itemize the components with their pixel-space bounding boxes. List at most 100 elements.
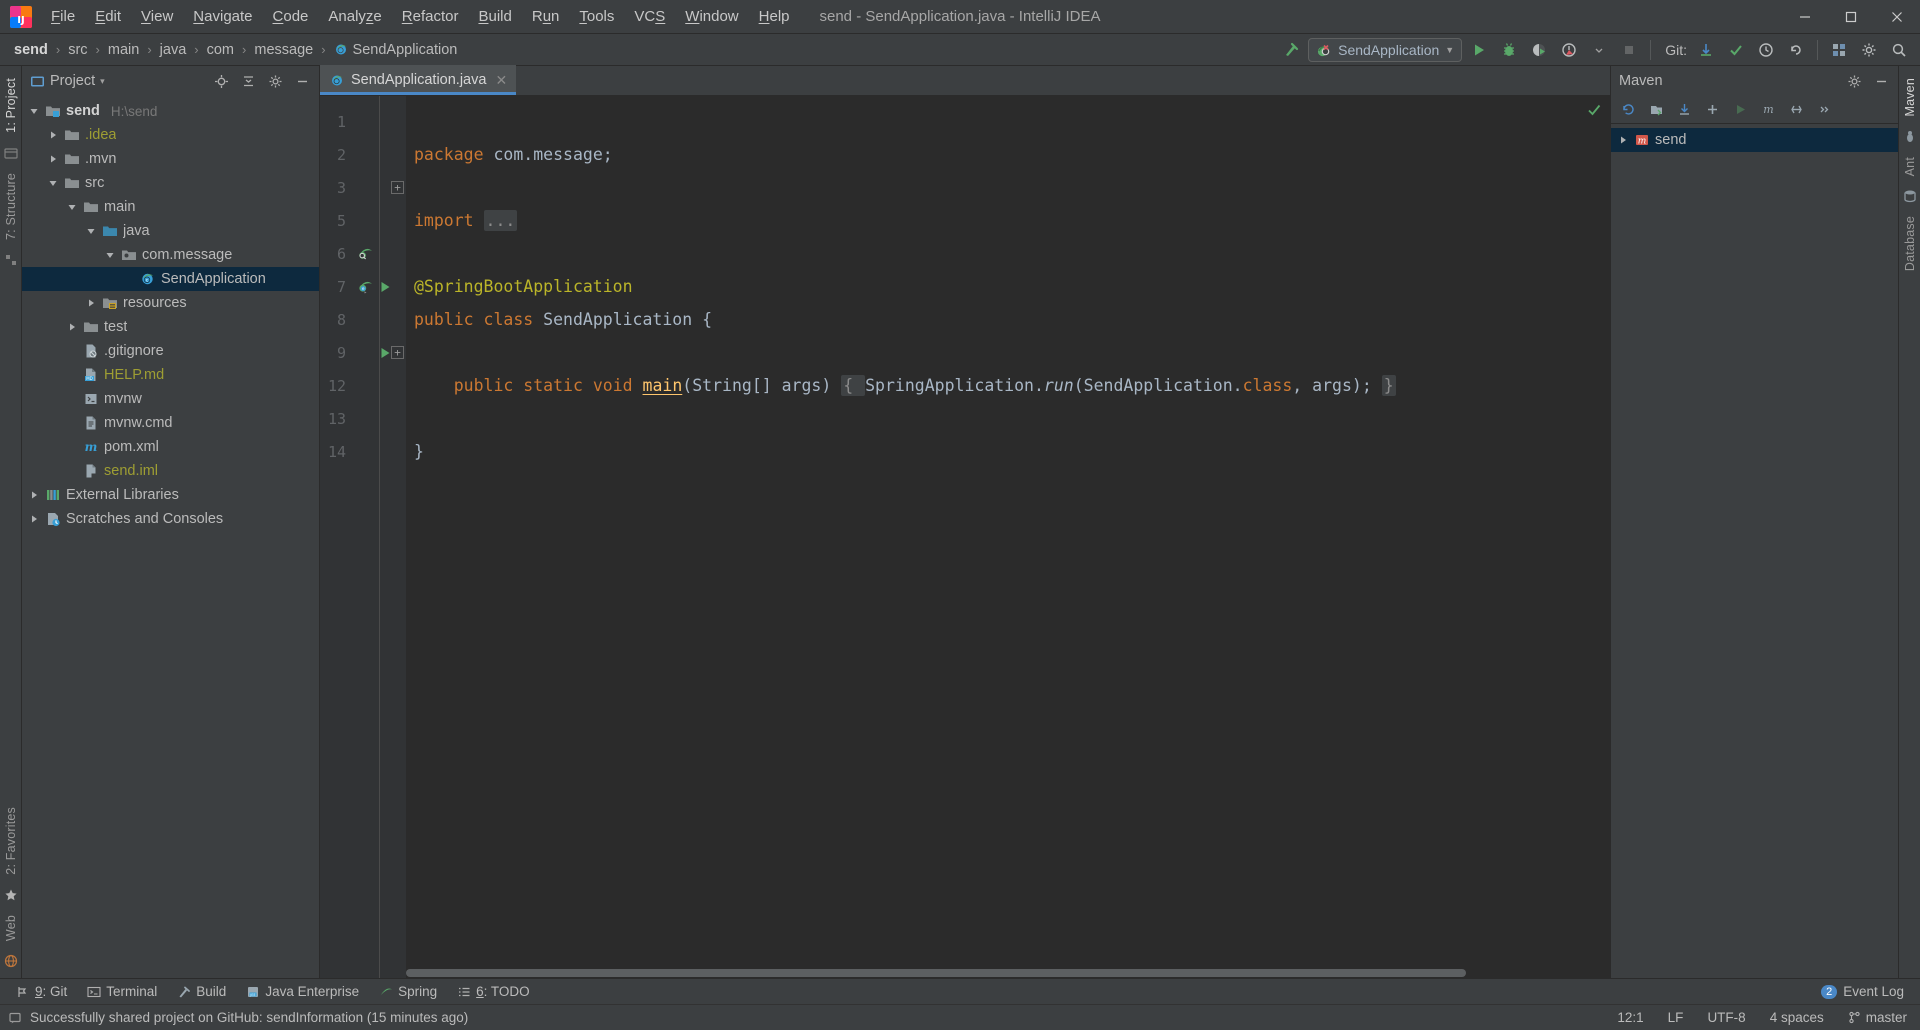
project-tree[interactable]: send H:\send .idea .mvn src main java com.messa… bbox=[22, 96, 319, 978]
line-separator[interactable]: LF bbox=[1663, 1009, 1689, 1026]
fold-expand-icon[interactable]: + bbox=[391, 181, 404, 194]
stop-icon[interactable] bbox=[1616, 37, 1642, 63]
chevron-down-icon[interactable] bbox=[66, 201, 78, 213]
chevron-down-icon[interactable] bbox=[47, 177, 59, 189]
menu-item-file[interactable]: File bbox=[42, 4, 84, 29]
breadcrumb-item-java[interactable]: java bbox=[154, 40, 193, 60]
gear-icon[interactable] bbox=[1841, 68, 1867, 94]
tree-node-com-message[interactable]: com.message bbox=[22, 243, 319, 267]
hide-icon[interactable] bbox=[289, 68, 315, 94]
tool-window-button-6-todo[interactable]: 6: TODO bbox=[449, 982, 538, 1001]
chevron-right-icon[interactable] bbox=[1617, 134, 1629, 146]
event-log-button[interactable]: 2 Event Log bbox=[1813, 982, 1912, 1001]
chevron-right-icon[interactable] bbox=[28, 489, 40, 501]
star-icon[interactable] bbox=[4, 888, 18, 902]
chevron-down-icon[interactable] bbox=[85, 225, 97, 237]
sidebar-item-maven[interactable]: Maven bbox=[1901, 72, 1919, 123]
tree-node-main[interactable]: main bbox=[22, 195, 319, 219]
git-branch-widget[interactable]: master bbox=[1843, 1009, 1912, 1026]
chevron-down-icon[interactable] bbox=[1586, 37, 1612, 63]
chevron-right-icon[interactable] bbox=[47, 129, 59, 141]
database-icon[interactable] bbox=[1903, 189, 1917, 203]
sidebar-item-database[interactable]: Database bbox=[1901, 210, 1919, 277]
search-everywhere-icon[interactable] bbox=[1886, 37, 1912, 63]
chevron-down-icon[interactable] bbox=[104, 249, 116, 261]
tree-node-src[interactable]: src bbox=[22, 171, 319, 195]
maven-projects-tree[interactable]: m send bbox=[1611, 124, 1898, 978]
editor-horizontal-scrollbar[interactable] bbox=[406, 968, 1610, 978]
spring-bean-icon[interactable] bbox=[356, 245, 374, 263]
gutter-line[interactable]: 3 + bbox=[320, 171, 406, 204]
sidebar-item-ant[interactable]: Ant bbox=[1901, 151, 1919, 182]
menu-item-navigate[interactable]: Navigate bbox=[184, 4, 261, 29]
reimport-icon[interactable] bbox=[1615, 97, 1641, 123]
locate-icon[interactable] bbox=[208, 68, 234, 94]
menu-item-window[interactable]: Window bbox=[676, 4, 747, 29]
fold-expand-icon[interactable]: + bbox=[391, 346, 404, 359]
more-icon[interactable] bbox=[1811, 97, 1837, 123]
sidebar-item-favorites[interactable]: 2: Favorites bbox=[2, 801, 20, 881]
breadcrumb-item-message[interactable]: message bbox=[248, 40, 319, 60]
run-icon[interactable] bbox=[1466, 37, 1492, 63]
indent-setting[interactable]: 4 spaces bbox=[1765, 1009, 1829, 1026]
maven-m-icon[interactable]: m bbox=[1755, 97, 1781, 123]
run-maven-build-icon[interactable] bbox=[1727, 97, 1753, 123]
tool-window-button-terminal[interactable]: Terminal bbox=[79, 982, 165, 1001]
tree-node-send[interactable]: send H:\send bbox=[22, 99, 319, 123]
menu-item-refactor[interactable]: Refactor bbox=[393, 4, 468, 29]
sidebar-item-structure[interactable]: 7: Structure bbox=[2, 167, 20, 246]
history-icon[interactable] bbox=[1753, 37, 1779, 63]
inspection-status-icon[interactable] bbox=[1586, 102, 1602, 118]
rollback-icon[interactable] bbox=[1783, 37, 1809, 63]
tree-node-mvnw[interactable]: mvnw bbox=[22, 387, 319, 411]
code-import-fold[interactable]: ... bbox=[483, 210, 518, 231]
code-method-fold-open[interactable]: { bbox=[841, 375, 866, 396]
menu-item-view[interactable]: View bbox=[132, 4, 182, 29]
tool-window-button-java-enterprise[interactable]: JEE Java Enterprise bbox=[238, 982, 367, 1001]
run-configuration-selector[interactable]: SendApplication ▼ bbox=[1308, 37, 1463, 62]
breadcrumb-item-src[interactable]: src bbox=[62, 40, 93, 60]
tree-node-sendapplication[interactable]: c SendApplication bbox=[22, 267, 319, 291]
project-structure-icon[interactable] bbox=[1826, 37, 1852, 63]
settings-icon[interactable] bbox=[1856, 37, 1882, 63]
caret-position[interactable]: 12:1 bbox=[1612, 1009, 1648, 1026]
tree-node-java[interactable]: java bbox=[22, 219, 319, 243]
menu-item-vcs[interactable]: VCS bbox=[625, 4, 674, 29]
tree-node-gitignore[interactable]: .gitignore bbox=[22, 339, 319, 363]
build-hammer-icon[interactable] bbox=[1278, 37, 1304, 63]
code-content[interactable]: package com.message; import ... @SpringB… bbox=[406, 96, 1610, 978]
sidebar-item-project[interactable]: 1: Project bbox=[2, 72, 20, 139]
spring-boot-icon[interactable]: e bbox=[356, 278, 374, 296]
breadcrumb-item-sendapplication[interactable]: SendApplication bbox=[328, 40, 464, 60]
gutter-line[interactable]: 9 + bbox=[320, 336, 406, 369]
add-maven-project-icon[interactable] bbox=[1699, 97, 1725, 123]
run-gutter-icon[interactable] bbox=[377, 279, 393, 295]
profile-icon[interactable] bbox=[1556, 37, 1582, 63]
code-method-fold-close[interactable]: } bbox=[1381, 375, 1396, 396]
tree-node-mvn[interactable]: .mvn bbox=[22, 147, 319, 171]
tool-window-button-spring[interactable]: Spring bbox=[371, 982, 445, 1001]
tree-node-mvnw-cmd[interactable]: mvnw.cmd bbox=[22, 411, 319, 435]
structure-icon[interactable] bbox=[4, 253, 18, 267]
menu-item-help[interactable]: Help bbox=[750, 4, 799, 29]
chevron-right-icon[interactable] bbox=[66, 321, 78, 333]
file-encoding[interactable]: UTF-8 bbox=[1702, 1009, 1750, 1026]
run-coverage-icon[interactable] bbox=[1526, 37, 1552, 63]
minimize-button[interactable] bbox=[1782, 0, 1828, 34]
gutter-line[interactable]: 12 bbox=[320, 369, 406, 402]
tree-node-external-libraries[interactable]: External Libraries bbox=[22, 483, 319, 507]
tree-node-test[interactable]: test bbox=[22, 315, 319, 339]
chevron-right-icon[interactable] bbox=[47, 153, 59, 165]
debug-icon[interactable] bbox=[1496, 37, 1522, 63]
gutter-line[interactable]: 8 bbox=[320, 303, 406, 336]
menu-item-code[interactable]: Code bbox=[264, 4, 318, 29]
menu-item-tools[interactable]: Tools bbox=[570, 4, 623, 29]
close-button[interactable] bbox=[1874, 0, 1920, 34]
maven-tree-node-send[interactable]: m send bbox=[1611, 128, 1898, 152]
gutter-line[interactable]: 2 bbox=[320, 138, 406, 171]
gutter-line[interactable]: 5 bbox=[320, 204, 406, 237]
tree-node-pom-xml[interactable]: m pom.xml bbox=[22, 435, 319, 459]
tab-sendapplication-java[interactable]: SendApplication.java ✕ bbox=[320, 65, 517, 95]
commit-icon[interactable] bbox=[1723, 37, 1749, 63]
tree-node-idea[interactable]: .idea bbox=[22, 123, 319, 147]
